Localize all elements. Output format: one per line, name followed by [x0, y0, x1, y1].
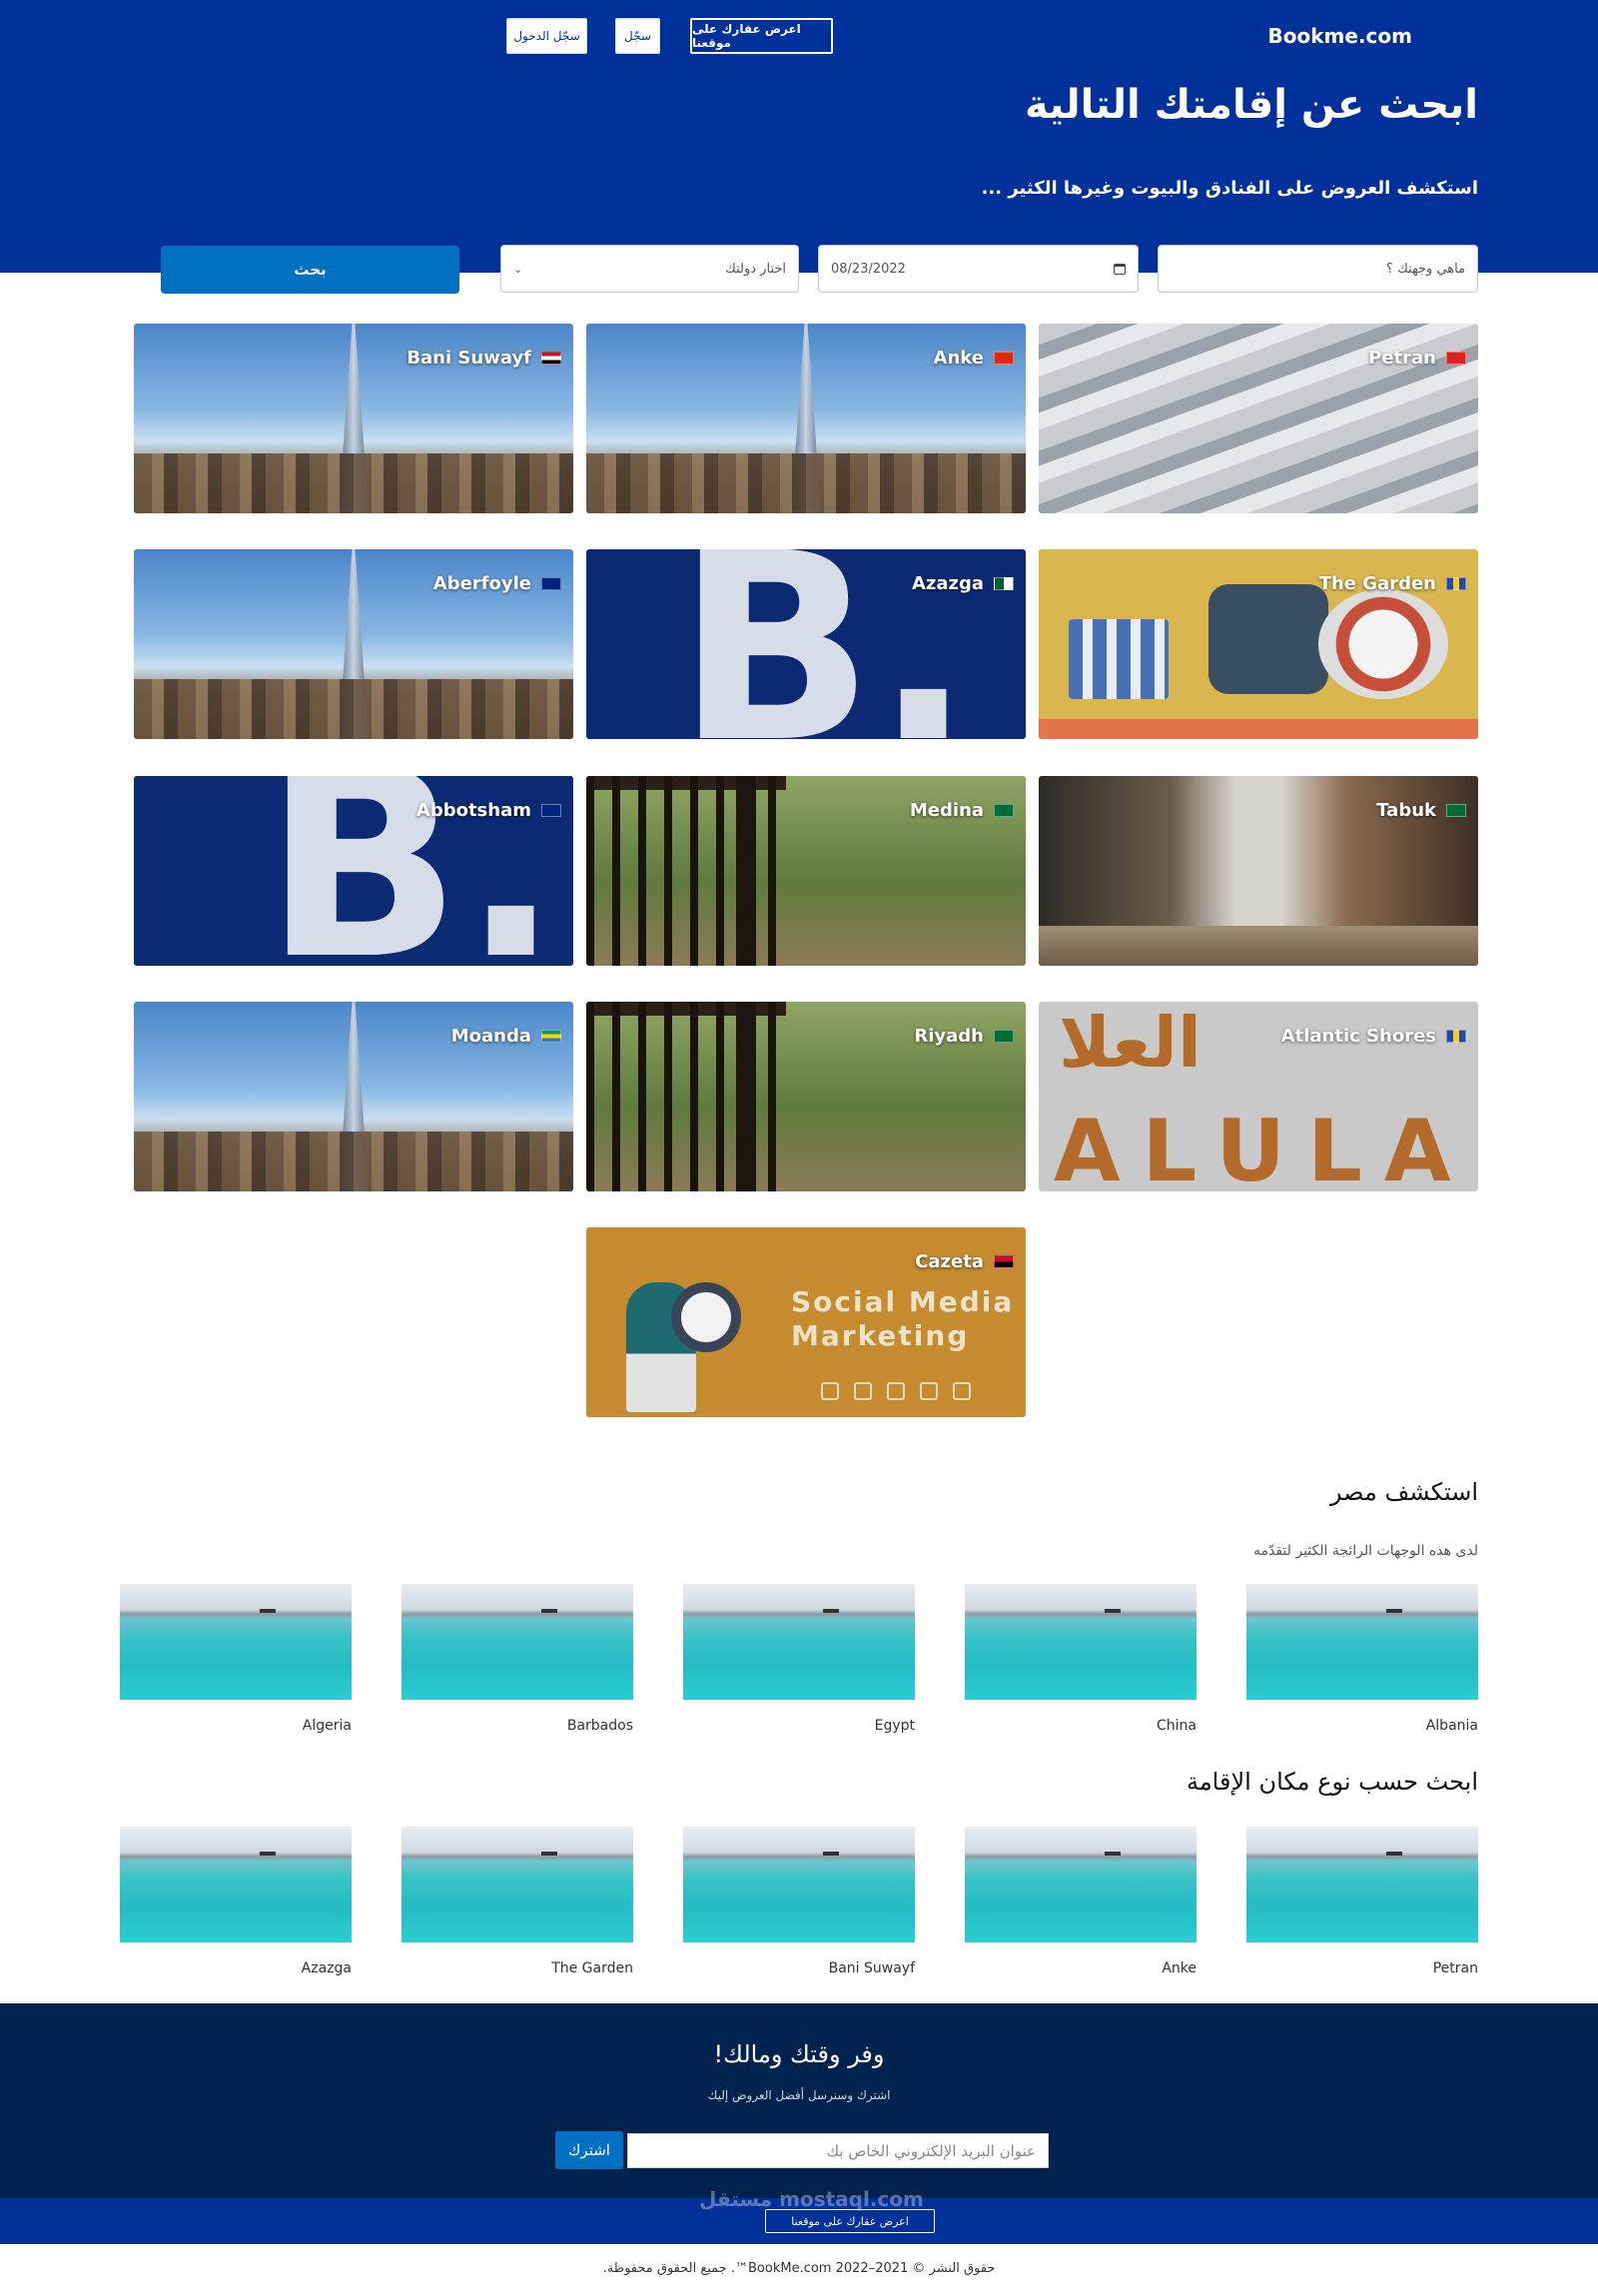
destination-card[interactable]: Social Media Marketing Cazeta	[586, 1227, 1026, 1417]
flag-icon	[1446, 1030, 1466, 1043]
newsletter-subtitle: اشترك وسنرسل أفضل العروض إليك	[707, 2088, 891, 2102]
explore-title: استكشف مصر	[1329, 1478, 1478, 1506]
card-title: Tabuk	[1376, 800, 1436, 821]
footer-list-property-button[interactable]: اعرض عقارك على موقعنا	[765, 2209, 935, 2233]
instagram-icon	[854, 1382, 872, 1400]
alula-logo-image: العلا	[1059, 1002, 1201, 1084]
social-media-text: Social Media	[791, 1285, 1015, 1318]
tile-caption[interactable]: Petran	[1246, 1960, 1478, 1976]
alula-logo-image: ALULA	[1054, 1102, 1473, 1191]
flag-icon	[541, 352, 561, 365]
date-field[interactable]: 08/23/2022	[818, 245, 1139, 293]
destination-card[interactable]: Riyadh	[586, 1002, 1026, 1191]
type-tile[interactable]	[683, 1827, 915, 1942]
flag-icon	[994, 804, 1014, 817]
date-value: 08/23/2022	[831, 261, 906, 277]
destination-card[interactable]: Moanda	[134, 1002, 573, 1191]
destination-card[interactable]: Anke	[586, 324, 1026, 513]
card-title: Petran	[1368, 348, 1436, 369]
card-title: Abbotsham	[415, 800, 531, 821]
card-title: Azazga	[911, 573, 984, 594]
card-title: Moanda	[450, 1026, 531, 1047]
message-icon	[887, 1382, 905, 1400]
list-property-button[interactable]: اعرض عقارك على موقعنا	[690, 18, 833, 54]
marketing-text: Marketing	[791, 1319, 970, 1352]
subscribe-button[interactable]: اشترك	[555, 2131, 623, 2169]
tile-caption[interactable]: Bani Suwayf	[683, 1960, 915, 1976]
select-label: اختار دولتك	[725, 261, 786, 277]
card-title: Riyadh	[914, 1026, 984, 1047]
email-placeholder: عنوان البريد الإلكتروني الخاص بك	[826, 2141, 1036, 2160]
chevron-down-icon: ⌄	[513, 262, 523, 276]
destination-card[interactable]: B. Abbotsham	[134, 776, 573, 966]
brand-logo[interactable]: Bookme.com	[1268, 24, 1412, 48]
megaphone-icon	[671, 1282, 741, 1352]
destination-card[interactable]: Medina	[586, 776, 1026, 966]
flag-icon	[994, 1030, 1014, 1043]
tile-caption[interactable]: Egypt	[683, 1718, 915, 1734]
newsletter-title: وفر وقتك ومالك!	[713, 2040, 885, 2068]
explore-tile[interactable]	[1246, 1584, 1478, 1700]
flag-icon	[541, 577, 561, 590]
watermark-logo: مستقل mostaql.com	[699, 2187, 924, 2211]
explore-tile[interactable]	[683, 1584, 915, 1700]
flag-icon	[994, 352, 1014, 365]
destination-card[interactable]: Tabuk	[1039, 776, 1478, 966]
flag-icon	[1446, 804, 1466, 817]
card-title: Bani Suwayf	[406, 348, 531, 369]
tile-caption[interactable]: Anke	[965, 1960, 1197, 1976]
explore-tile[interactable]	[120, 1584, 352, 1700]
flag-icon	[1446, 352, 1466, 365]
copyright-text: حقوق النشر © 2021–2022 BookMe.com™. جميع…	[602, 2261, 996, 2276]
destination-card[interactable]: Aberfoyle	[134, 549, 573, 739]
destination-card[interactable]: Petran	[1039, 324, 1478, 513]
card-title: Atlantic Shores	[1280, 1026, 1436, 1047]
destination-input[interactable]: ماهي وجهتك ؟	[1158, 245, 1478, 293]
search-button[interactable]: بحث	[161, 246, 459, 294]
destination-card[interactable]: العلا ALULA Atlantic Shores	[1039, 1002, 1478, 1191]
flag-icon	[994, 577, 1014, 590]
country-select[interactable]: اختار دولتك ⌄	[500, 245, 799, 293]
type-tile[interactable]	[120, 1827, 352, 1942]
email-input[interactable]: عنوان البريد الإلكتروني الخاص بك	[627, 2133, 1049, 2168]
card-title: Medina	[909, 800, 984, 821]
explore-tile[interactable]	[401, 1584, 633, 1700]
tile-caption[interactable]: Azazga	[120, 1960, 352, 1976]
type-tile[interactable]	[1246, 1827, 1478, 1942]
hero-subtitle: استكشف العروض على الفنادق والبيوت وغيرها…	[981, 178, 1478, 199]
tile-caption[interactable]: Albania	[1246, 1718, 1478, 1734]
login-button[interactable]: سجّل الدخول	[506, 18, 587, 54]
card-title: Aberfoyle	[432, 573, 531, 594]
type-tile[interactable]	[401, 1827, 633, 1942]
type-tile[interactable]	[965, 1827, 1197, 1942]
explore-tile[interactable]	[965, 1584, 1197, 1700]
destination-card[interactable]: Bani Suwayf	[134, 324, 573, 513]
card-title: The Garden	[1318, 573, 1436, 594]
facebook-icon	[821, 1382, 839, 1400]
tile-caption[interactable]: Algeria	[120, 1718, 352, 1734]
explore-subtitle: لدى هذه الوجهات الرائجة الكثير لتقدّمه	[1252, 1543, 1478, 1559]
hero-title: ابحث عن إقامتك التالية	[1025, 82, 1478, 128]
destination-placeholder: ماهي وجهتك ؟	[1386, 261, 1465, 277]
card-title: Cazeta	[915, 1251, 984, 1272]
tile-caption[interactable]: China	[965, 1718, 1197, 1734]
calendar-icon[interactable]	[1114, 263, 1126, 275]
destination-card[interactable]: The Garden	[1039, 549, 1478, 739]
flag-icon	[994, 1255, 1014, 1268]
flag-icon	[541, 804, 561, 817]
chat-icon	[953, 1382, 971, 1400]
linkedin-icon	[920, 1382, 938, 1400]
flag-icon	[1446, 577, 1466, 590]
tile-caption[interactable]: The Garden	[401, 1960, 633, 1976]
tile-caption[interactable]: Barbados	[401, 1718, 633, 1734]
register-button[interactable]: سجّل	[615, 18, 660, 54]
card-title: Anke	[933, 348, 984, 369]
flag-icon	[541, 1030, 561, 1043]
by-type-title: ابحث حسب نوع مكان الإقامة	[1186, 1768, 1478, 1796]
destination-card[interactable]: B. Azazga	[586, 549, 1026, 739]
